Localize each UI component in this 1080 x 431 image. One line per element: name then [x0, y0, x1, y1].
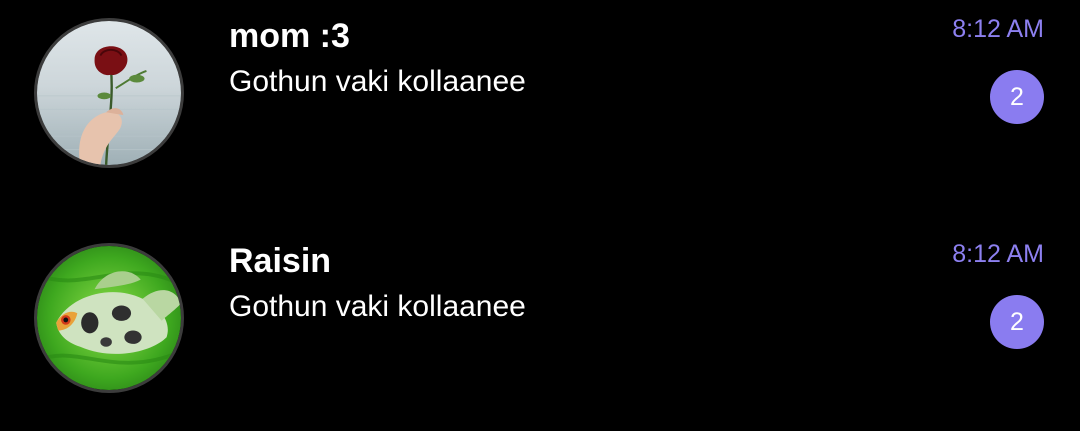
unread-count-badge: 2 — [990, 70, 1044, 124]
message-preview: Gothun vaki kollaanee — [229, 65, 526, 98]
chat-name: Raisin — [229, 242, 332, 280]
chat-list-item[interactable]: Raisin Gothun vaki kollaanee 8:12 AM 2 — [0, 225, 1080, 431]
fish-photo-image — [37, 246, 181, 390]
message-preview: Gothun vaki kollaanee — [229, 290, 526, 323]
avatar[interactable] — [34, 18, 184, 168]
chat-name: mom :3 — [229, 17, 350, 55]
message-timestamp: 8:12 AM — [952, 15, 1044, 43]
chat-list: mom :3 Gothun vaki kollaanee 8:12 AM 2 R… — [0, 0, 1080, 431]
message-timestamp: 8:12 AM — [952, 240, 1044, 268]
chat-list-item[interactable]: mom :3 Gothun vaki kollaanee 8:12 AM 2 — [0, 0, 1080, 225]
unread-count-badge: 2 — [990, 295, 1044, 349]
rose-photo-image — [37, 21, 181, 165]
avatar[interactable] — [34, 243, 184, 393]
